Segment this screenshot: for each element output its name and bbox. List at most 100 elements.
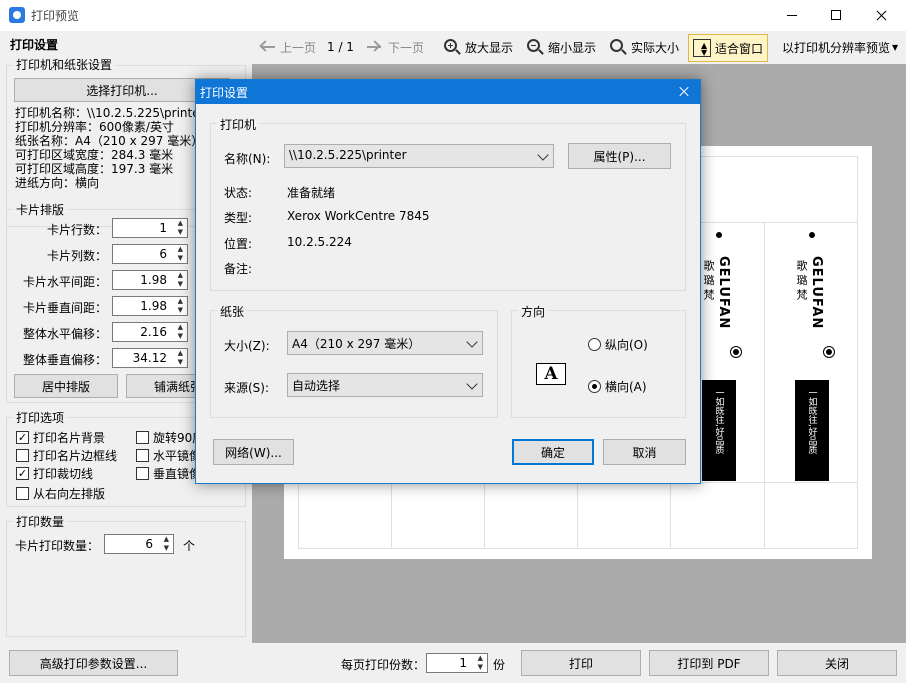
close-window-button[interactable] bbox=[858, 0, 906, 31]
page-indicator: 1 / 1 bbox=[327, 40, 354, 54]
print-count-title: 打印数量 bbox=[13, 513, 68, 530]
zoom-in-icon bbox=[443, 38, 461, 56]
title-bar: 打印预览 bbox=[0, 0, 906, 31]
location-label: 位置: bbox=[224, 237, 253, 251]
card-6-dot-mid bbox=[823, 346, 835, 358]
comment-label: 备注: bbox=[224, 262, 253, 276]
card-5-dot-mid bbox=[730, 346, 742, 358]
dialog-paper-section: 纸张 bbox=[217, 303, 248, 320]
prev-page-button[interactable]: 上一页 bbox=[258, 33, 316, 61]
printer-name-combo[interactable]: \\10.2.5.225\printer bbox=[284, 144, 554, 168]
h-spacing-label: 卡片水平间距： bbox=[23, 275, 108, 289]
dropdown-arrow-icon: ▼ bbox=[892, 42, 899, 52]
printer-info-feed: 进纸方向：横向 bbox=[15, 176, 100, 190]
next-page-button[interactable]: 下一页 bbox=[366, 33, 424, 61]
print-settings-dialog: 打印设置 打印机 名称(N): \\10.2.5.225\printer 属性(… bbox=[195, 79, 701, 484]
print-to-pdf-button[interactable]: 打印到 PDF bbox=[649, 650, 769, 676]
dialog-printer-section: 打印机 bbox=[217, 116, 260, 133]
status-label: 状态: bbox=[224, 186, 253, 200]
rows-label: 卡片行数： bbox=[47, 223, 108, 237]
card-5-slogan: 一如既往,好品质 bbox=[713, 388, 724, 454]
arrow-left-icon bbox=[258, 38, 276, 56]
zoom-in-button[interactable]: 放大显示 bbox=[443, 33, 513, 61]
h-offset-label: 整体水平偏移： bbox=[23, 327, 108, 341]
landscape-radio[interactable]: 横向(A) bbox=[588, 378, 647, 395]
radio-icon bbox=[588, 338, 601, 351]
copies-label: 每页打印份数： bbox=[341, 658, 426, 672]
dialog-paper-group bbox=[210, 310, 498, 418]
v-offset-label: 整体垂直偏移： bbox=[23, 353, 108, 367]
h-offset-spinner[interactable]: 2.16 ▲ ▼ bbox=[112, 322, 188, 342]
print-background-checkbox[interactable]: ✓ 打印名片背景 bbox=[16, 429, 105, 446]
app-icon bbox=[9, 7, 25, 23]
card-5-brand: GELUFAN bbox=[716, 256, 731, 330]
copies-unit: 份 bbox=[493, 658, 506, 672]
window-title: 打印预览 bbox=[31, 9, 80, 23]
zoom-out-button[interactable]: 缩小显示 bbox=[526, 33, 596, 61]
chevron-down-icon bbox=[537, 149, 549, 161]
printer-resolution-dropdown[interactable]: 以打印机分辨率预览 ▼ bbox=[782, 33, 898, 61]
card-6-sub: 歌 璐 梵 bbox=[795, 260, 808, 300]
card-6-slogan: 一如既往,好品质 bbox=[806, 388, 817, 454]
rows-spinner[interactable]: 1 ▲ ▼ bbox=[112, 218, 188, 238]
v-offset-spinner[interactable]: 34.12 ▲ ▼ bbox=[112, 348, 188, 368]
dialog-close-button[interactable] bbox=[668, 80, 700, 104]
close-button[interactable]: 关闭 bbox=[777, 650, 897, 676]
print-count-unit: 个 bbox=[183, 539, 196, 553]
chevron-down-icon bbox=[466, 336, 478, 348]
paper-source-combo[interactable]: 自动选择 bbox=[287, 373, 483, 397]
card-5-sub: 歌 璐 梵 bbox=[702, 260, 715, 300]
printer-name-label: 名称(N): bbox=[224, 152, 271, 166]
fit-window-button[interactable]: ▲ ▼ 适合窗口 bbox=[688, 34, 769, 62]
cols-spinner[interactable]: 6 ▲ ▼ bbox=[112, 244, 188, 264]
orientation-preview-icon: A bbox=[536, 363, 566, 385]
arrow-right-icon bbox=[366, 38, 384, 56]
type-value: Xerox WorkCentre 7845 bbox=[287, 209, 430, 223]
dialog-title-bar: 打印设置 bbox=[196, 80, 700, 104]
cancel-button[interactable]: 取消 bbox=[603, 439, 686, 465]
fit-window-icon: ▲ ▼ bbox=[693, 39, 711, 57]
card-6-brand: GELUFAN bbox=[809, 256, 824, 330]
dialog-title: 打印设置 bbox=[200, 86, 249, 100]
print-count-label: 卡片打印数量： bbox=[15, 539, 100, 553]
layout-group-title: 卡片排版 bbox=[13, 201, 68, 218]
left-panel-title: 打印设置 bbox=[10, 38, 59, 52]
maximize-button[interactable] bbox=[814, 0, 858, 31]
paper-size-combo[interactable]: A4（210 x 297 毫米） bbox=[287, 331, 483, 355]
h-spacing-spinner[interactable]: 1.98 ▲ ▼ bbox=[112, 270, 188, 290]
copies-spinner[interactable]: 1 ▲ ▼ bbox=[426, 653, 488, 673]
radio-selected-icon bbox=[588, 380, 601, 393]
v-spacing-spinner[interactable]: 1.98 ▲ ▼ bbox=[112, 296, 188, 316]
actual-size-button[interactable]: 实际大小 bbox=[609, 33, 679, 61]
portrait-radio[interactable]: 纵向(O) bbox=[588, 336, 648, 353]
h-mirror-checkbox[interactable]: 水平镜像 bbox=[136, 447, 201, 464]
advanced-settings-button[interactable]: 高级打印参数设置... bbox=[9, 650, 178, 676]
card-5-dot-top bbox=[716, 232, 722, 238]
print-border-checkbox[interactable]: 打印名片边框线 bbox=[16, 447, 117, 464]
print-options-title: 打印选项 bbox=[13, 409, 68, 426]
print-cutline-checkbox[interactable]: ✓ 打印裁切线 bbox=[16, 465, 93, 482]
properties-button[interactable]: 属性(P)... bbox=[568, 143, 671, 169]
magnifier-icon bbox=[609, 38, 627, 56]
v-mirror-checkbox[interactable]: 垂直镜像 bbox=[136, 465, 201, 482]
print-count-spinner[interactable]: 6 ▲ ▼ bbox=[104, 534, 174, 554]
source-label: 来源(S): bbox=[224, 381, 270, 395]
zoom-out-icon bbox=[526, 38, 544, 56]
v-spacing-label: 卡片垂直间距： bbox=[23, 301, 108, 315]
network-button[interactable]: 网络(W)... bbox=[213, 439, 294, 465]
status-value: 准备就绪 bbox=[287, 186, 336, 200]
chevron-down-icon bbox=[466, 378, 478, 390]
dialog-orientation-section: 方向 bbox=[518, 303, 549, 320]
center-layout-button[interactable]: 居中排版 bbox=[14, 374, 118, 398]
minimize-button[interactable] bbox=[770, 0, 814, 31]
card-5-slogan-block: 一如既往,好品质 bbox=[702, 380, 736, 481]
rtl-layout-checkbox[interactable]: 从右向左排版 bbox=[16, 485, 105, 502]
cols-label: 卡片列数： bbox=[47, 249, 108, 263]
print-button[interactable]: 打印 bbox=[521, 650, 641, 676]
card-6-dot-top bbox=[809, 232, 815, 238]
location-value: 10.2.5.224 bbox=[287, 235, 352, 249]
ok-button[interactable]: 确定 bbox=[512, 439, 594, 465]
printer-group-title: 打印机和纸张设置 bbox=[13, 56, 116, 73]
size-label: 大小(Z): bbox=[224, 339, 270, 353]
type-label: 类型: bbox=[224, 211, 253, 225]
